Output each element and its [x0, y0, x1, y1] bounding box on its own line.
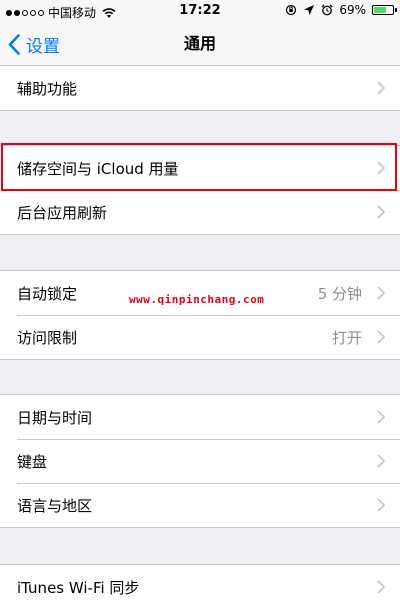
- orientation-lock-icon: [286, 4, 297, 16]
- location-arrow-icon: [304, 5, 315, 15]
- battery-percent: 69%: [339, 3, 366, 17]
- chevron-right-icon: [377, 410, 385, 424]
- settings-group-lock: 自动锁定 5 分钟 访问限制 打开: [0, 270, 400, 360]
- row-label: 语言与地区: [17, 496, 93, 515]
- row-label: 储存空间与 iCloud 用量: [17, 159, 179, 178]
- chevron-right-icon: [377, 205, 385, 219]
- row-label: 访问限制: [17, 328, 78, 347]
- row-label: 键盘: [17, 452, 48, 471]
- row-label: 日期与时间: [17, 408, 93, 427]
- settings-row-storage-icloud[interactable]: 储存空间与 iCloud 用量: [0, 146, 400, 190]
- watermark-text: www.qinpinchang.com: [129, 293, 265, 306]
- settings-row-date-time[interactable]: 日期与时间: [0, 395, 400, 439]
- row-label: 辅助功能: [17, 79, 78, 98]
- status-right: 69%: [285, 3, 397, 17]
- settings-group-accessibility: 辅助功能: [0, 65, 400, 111]
- chevron-right-icon: [377, 330, 385, 344]
- settings-row-restrictions[interactable]: 访问限制 打开: [0, 315, 400, 359]
- page-title: 通用: [183, 34, 216, 53]
- settings-row-language-region[interactable]: 语言与地区: [0, 483, 400, 527]
- row-label: 自动锁定: [17, 284, 78, 303]
- navigation-bar: 设置 通用: [0, 22, 400, 66]
- settings-row-keyboard[interactable]: 键盘: [0, 439, 400, 483]
- chevron-right-icon: [377, 286, 385, 300]
- row-value: 打开: [331, 328, 362, 347]
- chevron-right-icon: [377, 498, 385, 512]
- status-bar: 中国移动 17:22 69%: [0, 0, 400, 22]
- chevron-right-icon: [377, 454, 385, 468]
- battery-icon: [372, 5, 397, 15]
- row-label: iTunes Wi-Fi 同步: [17, 578, 140, 597]
- row-value: 5 分钟: [317, 284, 362, 303]
- settings-group-date-keyboard: 日期与时间 键盘 语言与地区: [0, 394, 400, 528]
- chevron-right-icon: [377, 81, 385, 95]
- settings-row-itunes-wifi-sync[interactable]: iTunes Wi-Fi 同步: [0, 565, 400, 603]
- settings-group-itunes: iTunes Wi-Fi 同步: [0, 564, 400, 603]
- settings-row-accessibility[interactable]: 辅助功能: [0, 66, 400, 110]
- row-label: 后台应用刷新: [17, 203, 108, 222]
- settings-group-storage: 储存空间与 iCloud 用量 后台应用刷新: [0, 145, 400, 235]
- battery-cap: [395, 8, 397, 12]
- chevron-right-icon: [377, 580, 385, 594]
- settings-row-background-refresh[interactable]: 后台应用刷新: [0, 190, 400, 234]
- battery-fill: [374, 7, 386, 13]
- chevron-right-icon: [377, 161, 385, 175]
- alarm-clock-icon: [321, 4, 333, 16]
- settings-general-screen: 中国移动 17:22 69% 设置 通用 辅助功能 储存空间与 iCloud 用…: [0, 0, 400, 603]
